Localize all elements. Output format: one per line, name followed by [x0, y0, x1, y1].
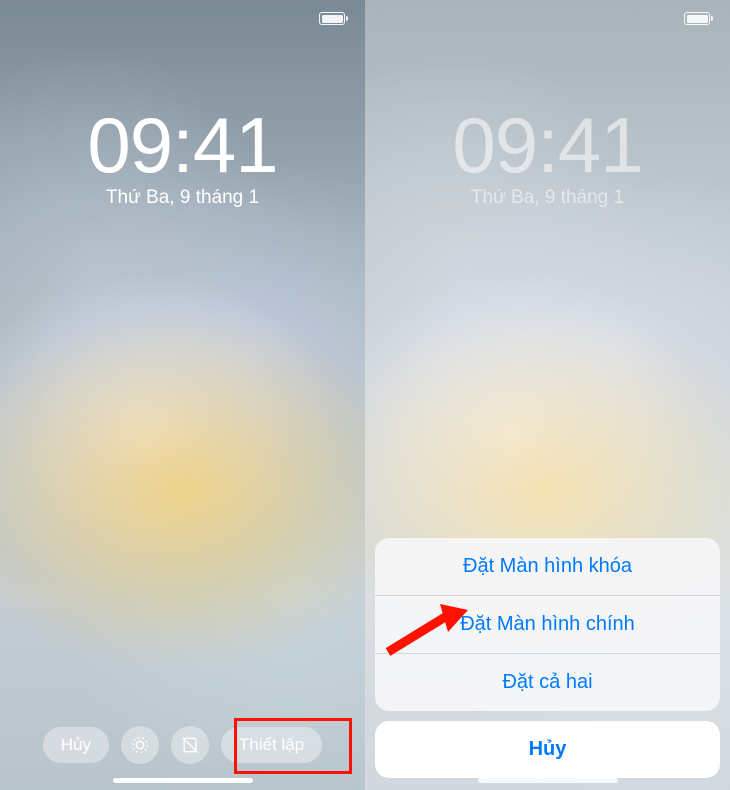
phone-left: 09:41 Thứ Ba, 9 tháng 1 Hủy Thiết lập — [0, 0, 365, 790]
home-indicator[interactable] — [478, 778, 618, 783]
lockscreen-preview: 09:41 Thứ Ba, 9 tháng 1 — [0, 100, 365, 209]
set-lock-screen-option[interactable]: Đặt Màn hình khóa — [375, 538, 720, 596]
battery-icon — [684, 12, 710, 25]
time-label: 09:41 — [365, 100, 730, 191]
home-indicator[interactable] — [113, 778, 253, 783]
lockscreen-preview: 09:41 Thứ Ba, 9 tháng 1 — [365, 100, 730, 209]
date-label: Thứ Ba, 9 tháng 1 — [0, 187, 365, 209]
time-label: 09:41 — [0, 100, 365, 191]
annotation-arrow-icon — [380, 600, 470, 660]
live-photo-icon[interactable] — [121, 726, 159, 764]
highlight-box — [234, 718, 352, 774]
cancel-button[interactable]: Hủy — [43, 727, 109, 763]
set-both-option[interactable]: Đặt cả hai — [375, 654, 720, 711]
phone-right: 09:41 Thứ Ba, 9 tháng 1 Đặt Màn hình khó… — [365, 0, 730, 790]
date-label: Thứ Ba, 9 tháng 1 — [365, 187, 730, 209]
perspective-zoom-icon[interactable] — [171, 726, 209, 764]
sheet-cancel-button[interactable]: Hủy — [375, 721, 720, 778]
battery-icon — [319, 12, 345, 25]
